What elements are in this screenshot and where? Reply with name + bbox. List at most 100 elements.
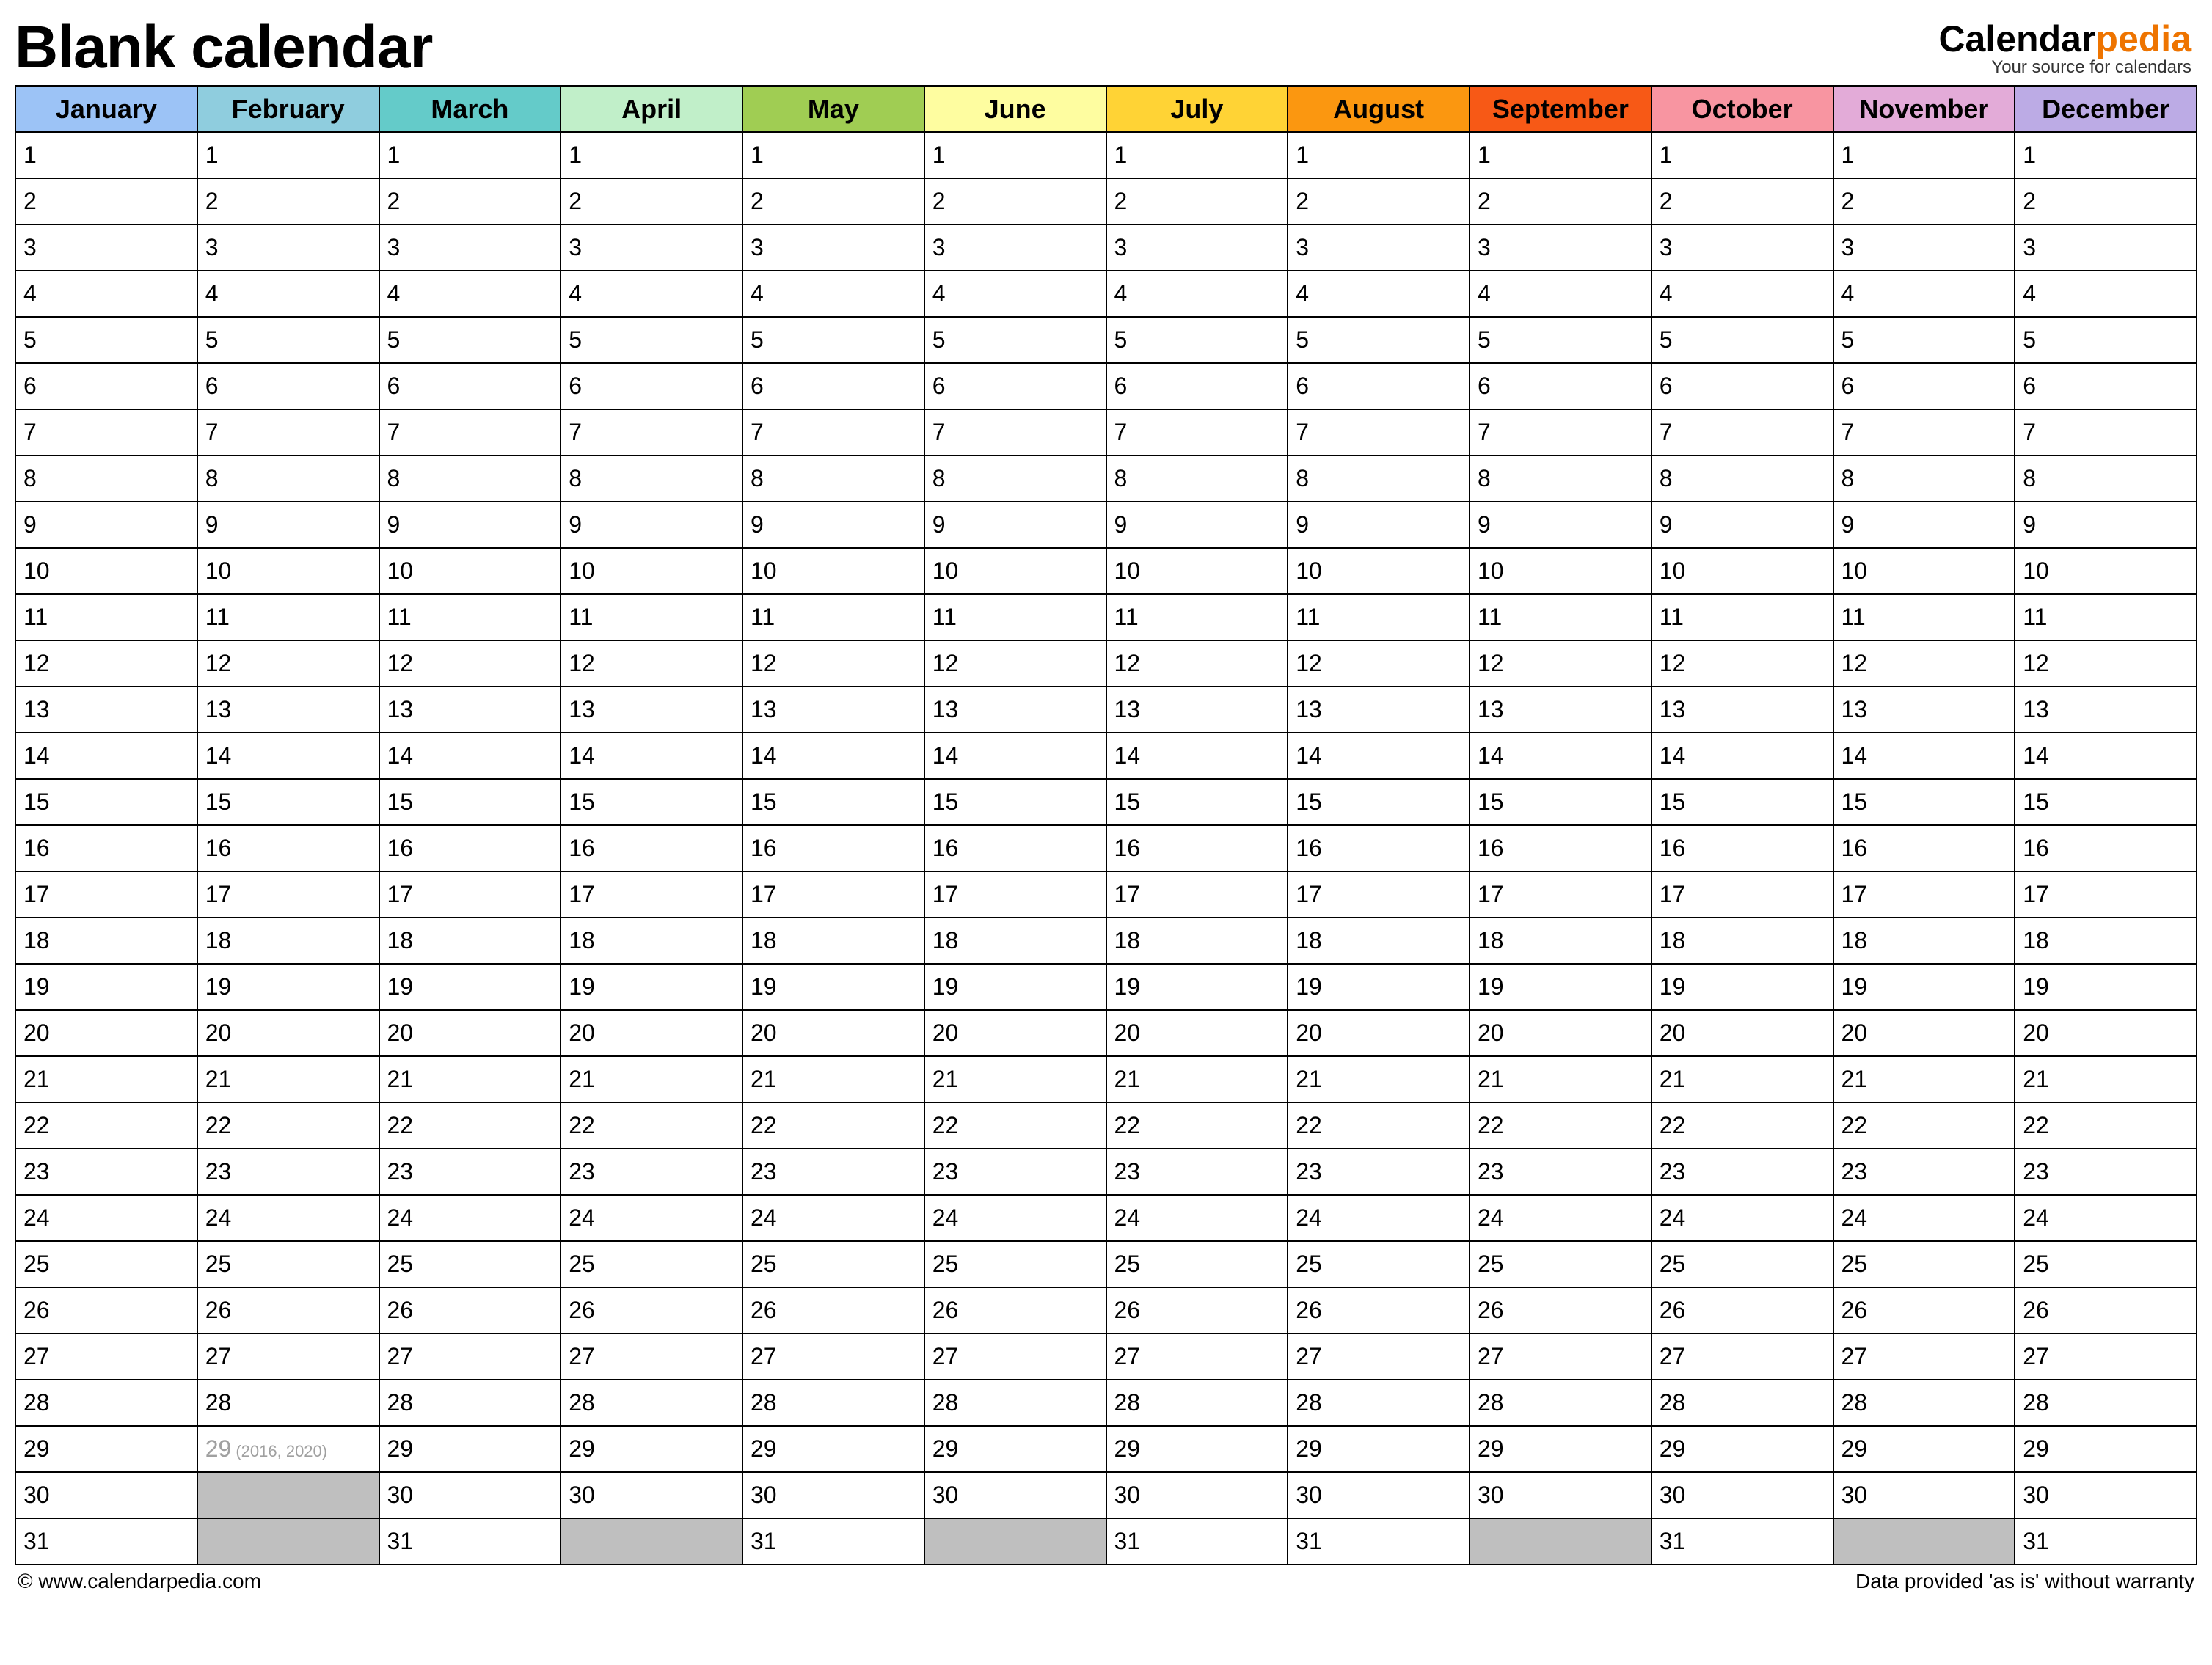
- day-cell: 4: [924, 271, 1106, 317]
- day-cell: 26: [379, 1287, 561, 1333]
- day-cell: 4: [1651, 271, 1833, 317]
- day-cell: 7: [924, 409, 1106, 455]
- day-cell: 17: [742, 871, 924, 918]
- day-cell: 12: [1288, 640, 1470, 687]
- day-cell: 3: [742, 224, 924, 271]
- day-cell: 6: [1470, 363, 1651, 409]
- day-cell: 1: [924, 132, 1106, 178]
- day-cell: 19: [1288, 964, 1470, 1010]
- day-cell: 4: [1470, 271, 1651, 317]
- day-cell: 21: [1288, 1056, 1470, 1102]
- table-row: 2929(2016, 2020)29292929292929292929: [15, 1426, 2197, 1472]
- day-cell: 19: [561, 964, 742, 1010]
- day-cell: 27: [379, 1333, 561, 1380]
- table-row: 3030303030303030303030: [15, 1472, 2197, 1518]
- brand-name-part2: pedia: [2095, 18, 2191, 59]
- day-cell: 25: [1106, 1241, 1288, 1287]
- day-cell: 17: [1470, 871, 1651, 918]
- day-cell: 17: [1651, 871, 1833, 918]
- day-cell: 17: [1833, 871, 2015, 918]
- day-cell: 23: [742, 1149, 924, 1195]
- day-cell: 16: [197, 825, 379, 871]
- day-cell: 9: [379, 502, 561, 548]
- day-cell: 8: [15, 455, 197, 502]
- table-row: 333333333333: [15, 224, 2197, 271]
- day-cell: 22: [1651, 1102, 1833, 1149]
- day-cell: 25: [1651, 1241, 1833, 1287]
- day-cell: 24: [1106, 1195, 1288, 1241]
- day-cell: 2: [742, 178, 924, 224]
- day-cell: 11: [1106, 594, 1288, 640]
- brand-name-part1: Calendar: [1938, 18, 2095, 59]
- day-cell: 28: [924, 1380, 1106, 1426]
- month-header: February: [197, 86, 379, 132]
- day-cell: 27: [1288, 1333, 1470, 1380]
- day-cell: 26: [15, 1287, 197, 1333]
- day-cell: 30: [1288, 1472, 1470, 1518]
- day-cell: 8: [742, 455, 924, 502]
- day-cell: 9: [1833, 502, 2015, 548]
- day-cell: 5: [1288, 317, 1470, 363]
- day-cell: 7: [197, 409, 379, 455]
- day-cell: 2: [15, 178, 197, 224]
- day-cell: 29: [1288, 1426, 1470, 1472]
- day-cell: 9: [561, 502, 742, 548]
- day-cell: 14: [1833, 733, 2015, 779]
- header: Blank calendar Calendarpedia Your source…: [15, 13, 2197, 82]
- day-cell: 25: [197, 1241, 379, 1287]
- day-cell: 22: [1106, 1102, 1288, 1149]
- day-cell: 23: [1470, 1149, 1651, 1195]
- day-cell: 2: [561, 178, 742, 224]
- day-cell: 1: [1470, 132, 1651, 178]
- day-cell: 6: [1833, 363, 2015, 409]
- day-cell: 14: [15, 733, 197, 779]
- day-cell: 1: [561, 132, 742, 178]
- day-cell: 16: [1833, 825, 2015, 871]
- day-cell: 26: [2015, 1287, 2197, 1333]
- day-cell: 14: [379, 733, 561, 779]
- day-cell: 3: [1651, 224, 1833, 271]
- day-cell: 15: [924, 779, 1106, 825]
- day-cell: 27: [742, 1333, 924, 1380]
- day-cell: 9: [1651, 502, 1833, 548]
- day-cell: 3: [2015, 224, 2197, 271]
- day-cell: 5: [15, 317, 197, 363]
- day-cell: 12: [1470, 640, 1651, 687]
- day-cell: 23: [15, 1149, 197, 1195]
- day-cell: 18: [1651, 918, 1833, 964]
- day-cell: 8: [924, 455, 1106, 502]
- day-cell: 12: [2015, 640, 2197, 687]
- day-cell: 23: [1651, 1149, 1833, 1195]
- month-header: January: [15, 86, 197, 132]
- day-cell: 25: [1833, 1241, 2015, 1287]
- day-cell: 14: [1106, 733, 1288, 779]
- day-cell: 15: [2015, 779, 2197, 825]
- day-cell: 12: [1833, 640, 2015, 687]
- day-cell: 8: [1833, 455, 2015, 502]
- day-cell: 5: [742, 317, 924, 363]
- day-cell: 23: [379, 1149, 561, 1195]
- day-cell: 22: [1288, 1102, 1470, 1149]
- table-row: 101010101010101010101010: [15, 548, 2197, 594]
- day-cell: 25: [1470, 1241, 1651, 1287]
- disabled-day-cell: [197, 1472, 379, 1518]
- day-cell: 21: [742, 1056, 924, 1102]
- day-cell: 27: [561, 1333, 742, 1380]
- day-cell: 30: [379, 1472, 561, 1518]
- day-cell: 8: [561, 455, 742, 502]
- day-cell: 22: [379, 1102, 561, 1149]
- month-header: July: [1106, 86, 1288, 132]
- table-row: 141414141414141414141414: [15, 733, 2197, 779]
- day-cell: 26: [742, 1287, 924, 1333]
- day-cell: 23: [561, 1149, 742, 1195]
- day-cell: 16: [1288, 825, 1470, 871]
- day-cell: 30: [1833, 1472, 2015, 1518]
- day-cell: 4: [197, 271, 379, 317]
- month-header: October: [1651, 86, 1833, 132]
- day-cell: 3: [1106, 224, 1288, 271]
- day-cell: 13: [2015, 687, 2197, 733]
- day-cell: 9: [15, 502, 197, 548]
- day-cell: 15: [1651, 779, 1833, 825]
- disabled-day-cell: [197, 1518, 379, 1565]
- day-cell: 23: [197, 1149, 379, 1195]
